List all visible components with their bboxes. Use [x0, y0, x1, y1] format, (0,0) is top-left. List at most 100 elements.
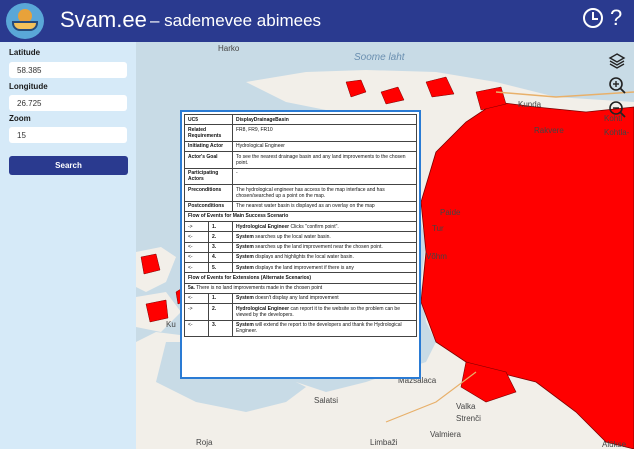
- table-row: <- 4. System displays and highlights the l…: [184, 251, 417, 264]
- flow-actor: System: [236, 233, 254, 240]
- flow-step-number: 5.: [208, 261, 233, 274]
- table-row: <- 2. System searches up the local water b…: [184, 231, 417, 243]
- map-label-aluksne: Alūkse: [602, 440, 627, 449]
- table-key-cell: Initiating Actor: [184, 140, 233, 153]
- table-row: Initiating Actor Hydrological Engineer: [184, 140, 417, 153]
- map-label-tur: Tur: [432, 224, 444, 233]
- table-row: Actor's Goal To see the nearest drainage …: [184, 151, 417, 169]
- table-key-cell: Actor's Goal: [184, 151, 233, 169]
- flow-actor: Hydrological Engineer: [236, 223, 290, 230]
- flow-step-number: 4.: [208, 251, 233, 264]
- flow-step-text: System searches up the land improvement …: [232, 241, 417, 253]
- extension-id: 5a.: [188, 285, 195, 291]
- use-case-panel: UC5 DisplayDrainageBasin Related Require…: [180, 110, 421, 379]
- flow-direction: <-: [184, 241, 209, 253]
- longitude-input[interactable]: [9, 95, 127, 111]
- map-label-harko: Harko: [218, 44, 240, 53]
- flow-step-text: Hydrological Engineer Clicks "confirm po…: [232, 220, 417, 233]
- map-label-limbazi: Limbaži: [370, 438, 398, 447]
- table-row: Participating Actors -: [184, 167, 417, 185]
- map-label-rakvere: Rakvere: [534, 126, 564, 135]
- flow-direction: ->: [184, 220, 209, 233]
- zoom-label: Zoom: [9, 114, 31, 123]
- map-label-valka: Valka: [456, 402, 476, 411]
- map-label-kohtla-2: Kohtla-: [604, 128, 630, 137]
- layers-icon[interactable]: [608, 52, 626, 70]
- table-value-cell: FR8, FR9, FR10: [232, 124, 417, 142]
- table-row: <- 3. System will extend the report to the…: [184, 319, 417, 337]
- flow-step-number: 1.: [208, 292, 233, 305]
- latitude-label: Latitude: [9, 48, 41, 57]
- table-row: Preconditions The hydrological engineer h…: [184, 184, 417, 202]
- flow-step-number: 3.: [208, 241, 233, 253]
- flow-step-text: Hydrological Engineer can report it to t…: [232, 303, 417, 321]
- table-row: <- 5. System displays the land improvement…: [184, 261, 417, 274]
- table-key-cell: Preconditions: [184, 184, 233, 202]
- table-row: Flow of Events for Main Success Scenario: [184, 210, 417, 223]
- sidebar: Latitude Longitude Zoom Search: [0, 42, 136, 449]
- table-row: UC5 DisplayDrainageBasin: [184, 113, 417, 126]
- map-label-kunda: Kunda: [518, 100, 542, 109]
- longitude-label: Longitude: [9, 82, 48, 91]
- table-row: Postconditions The nearest water basin is…: [184, 200, 417, 212]
- zoom-in-icon[interactable]: [608, 76, 626, 94]
- table-key-cell: Related Requirements: [184, 124, 233, 142]
- use-case-id: UC5: [184, 113, 233, 126]
- app-header: Svam.ee – sademevee abimees ?: [0, 0, 634, 42]
- table-value-cell: The nearest water basin is displayed as …: [232, 200, 417, 212]
- flow-actor: System: [236, 295, 254, 302]
- flow-actor: System: [236, 322, 254, 328]
- zoom-out-icon[interactable]: [608, 100, 626, 118]
- app-subtitle: – sademevee abimees: [150, 11, 322, 30]
- app-title: Svam.ee: [60, 7, 147, 32]
- flow-step-number: 2.: [208, 303, 233, 321]
- table-value-cell: -: [232, 167, 417, 185]
- table-row: -> 1. Hydrological Engineer Clicks "confir…: [184, 220, 417, 233]
- flow-actor: System: [236, 254, 254, 261]
- search-button[interactable]: Search: [9, 156, 128, 175]
- flow-actor: System: [236, 264, 254, 271]
- table-key-cell: Participating Actors: [184, 167, 233, 185]
- flow-actor: System: [236, 244, 254, 250]
- map-label-strenci: Strenči: [456, 414, 481, 423]
- table-value-cell: To see the nearest drainage basin and an…: [232, 151, 417, 169]
- history-clock-icon[interactable]: [583, 8, 603, 28]
- use-case-name: DisplayDrainageBasin: [232, 113, 417, 126]
- flow-step-text: System displays and highlights the local…: [232, 251, 417, 264]
- table-row: <- 3. System searches up the land improvem…: [184, 241, 417, 253]
- use-case-table: UC5 DisplayDrainageBasin Related Require…: [184, 113, 417, 337]
- flow-step-text: System doesn't display any land improvem…: [232, 292, 417, 305]
- map-label-paide: Paide: [440, 208, 461, 217]
- map-label-ku: Ku: [166, 320, 176, 329]
- latitude-input[interactable]: [9, 62, 127, 78]
- section-title: Flow of Events for Extensions (Alternate…: [184, 272, 417, 284]
- flow-step-text: System will extend the report to the dev…: [232, 319, 417, 337]
- flow-step-number: 3.: [208, 319, 233, 337]
- table-row: -> 2. Hydrological Engineer can report it …: [184, 303, 417, 321]
- zoom-input[interactable]: [9, 127, 127, 143]
- flow-step-text: System searches up the local water basin…: [232, 231, 417, 243]
- map-label-vohma: Võhm: [426, 252, 447, 261]
- flow-step-number: 2.: [208, 231, 233, 243]
- flow-direction: <-: [184, 251, 209, 264]
- flow-step-number: 1.: [208, 220, 233, 233]
- flow-direction: <-: [184, 261, 209, 274]
- help-icon[interactable]: ?: [610, 5, 622, 31]
- extension-intro: 5a. There is no land improvements made i…: [184, 282, 417, 294]
- flow-step-text: System displays the land improvement if …: [232, 261, 417, 274]
- table-row: Flow of Events for Extensions (Alternate…: [184, 272, 417, 284]
- table-row: Related Requirements FR8, FR9, FR10: [184, 124, 417, 142]
- app-logo-icon[interactable]: [6, 3, 44, 39]
- flow-direction: <-: [184, 231, 209, 243]
- table-value-cell: Hydrological Engineer: [232, 140, 417, 153]
- flow-direction: <-: [184, 292, 209, 305]
- map-label-roja: Roja: [196, 438, 213, 447]
- flow-direction: <-: [184, 319, 209, 337]
- table-value-cell: The hydrological engineer has access to …: [232, 184, 417, 202]
- table-key-cell: Postconditions: [184, 200, 233, 212]
- table-row: <- 1. System doesn't display any land impr…: [184, 292, 417, 305]
- map-label-soome-laht: Soome laht: [354, 52, 405, 63]
- table-row: 5a. There is no land improvements made i…: [184, 282, 417, 294]
- flow-direction: ->: [184, 303, 209, 321]
- map-label-salatsi: Salatsi: [314, 396, 339, 405]
